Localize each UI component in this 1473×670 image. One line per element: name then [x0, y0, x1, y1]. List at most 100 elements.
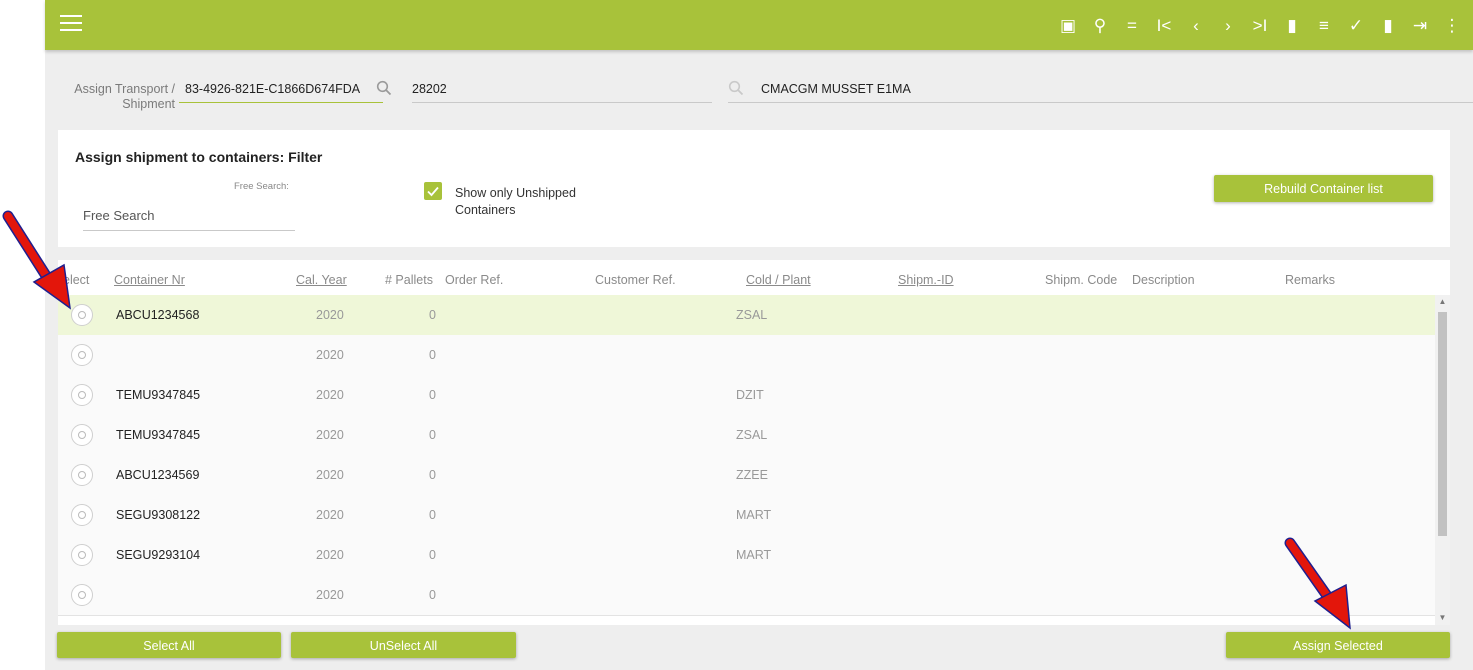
radio-dot-icon — [78, 591, 86, 599]
cell-pallets: 0 — [429, 348, 436, 362]
exit-icon[interactable]: ⇥ — [1405, 10, 1435, 40]
cell-cal-year: 2020 — [316, 548, 344, 562]
cell-cold-plant: MART — [736, 548, 772, 562]
cell-container-nr: ABCU1234569 — [116, 468, 200, 482]
show-unshipped-label: Show only Unshipped Containers — [455, 185, 595, 219]
header-cold-plant[interactable]: Cold / Plant — [746, 273, 811, 287]
transport-search-icon[interactable] — [376, 80, 392, 96]
header-cal-year[interactable]: Cal. Year — [296, 273, 347, 287]
table-row[interactable]: 2020 0 — [58, 575, 1435, 616]
hamburger-menu-icon[interactable] — [60, 15, 82, 33]
app-window: ▣ ⚲ = I< ‹ › >I ▮ ≡ ✓ ▮ ⇥ ⋮ Assign Transport / Shipm… — [45, 0, 1473, 670]
header-pallets: # Pallets — [385, 273, 433, 287]
cell-cal-year: 2020 — [316, 308, 344, 322]
cell-pallets: 0 — [429, 428, 436, 442]
document-icon[interactable]: ▮ — [1277, 10, 1307, 40]
row-select-radio[interactable] — [71, 424, 93, 446]
cell-container-nr: SEGU9308122 — [116, 508, 201, 522]
row-select-radio[interactable] — [71, 384, 93, 406]
last-record-icon[interactable]: >I — [1245, 10, 1275, 40]
vessel-name-value: CMACGM MUSSET E1MA — [761, 82, 911, 96]
table-row[interactable]: TEMU9347845 2020 0 ZSAL — [58, 415, 1435, 456]
equals-icon[interactable]: = — [1117, 10, 1147, 40]
header-shipm-code: Shipm. Code — [1045, 273, 1118, 287]
next-record-icon[interactable]: › — [1213, 10, 1243, 40]
top-toolbar: ▣ ⚲ = I< ‹ › >I ▮ ≡ ✓ ▮ ⇥ ⋮ — [45, 0, 1473, 50]
shipment-number-field[interactable]: 28202 — [412, 78, 712, 103]
grid-header: elect Container Nr Cal. Year # Pallets O… — [58, 260, 1450, 297]
row-select-radio[interactable] — [71, 464, 93, 486]
cell-cal-year: 2020 — [316, 428, 344, 442]
free-search-placeholder: Free Search — [83, 208, 155, 223]
assign-transport-label: Assign Transport / Shipment — [74, 82, 175, 111]
scrollbar-thumb[interactable] — [1438, 312, 1447, 536]
free-search-label: Free Search: — [234, 181, 289, 192]
calendar-icon[interactable]: ▣ — [1053, 10, 1083, 40]
unselect-all-button[interactable]: UnSelect All — [291, 632, 516, 658]
containers-grid: elect Container Nr Cal. Year # Pallets O… — [58, 260, 1450, 625]
more-vert-icon[interactable]: ⋮ — [1437, 10, 1467, 40]
rebuild-container-list-button[interactable]: Rebuild Container list — [1214, 175, 1433, 202]
radio-dot-icon — [78, 511, 86, 519]
cell-pallets: 0 — [429, 588, 436, 602]
cell-cold-plant: ZZEE — [736, 468, 768, 482]
free-search-input[interactable]: Free Search — [83, 206, 295, 231]
cell-pallets: 0 — [429, 508, 436, 522]
row-select-radio[interactable] — [71, 504, 93, 526]
radio-dot-icon — [78, 551, 86, 559]
header-customer-ref: Customer Ref. — [595, 273, 676, 287]
search-icon[interactable]: ⚲ — [1085, 10, 1115, 40]
cell-cold-plant: MART — [736, 508, 772, 522]
table-row[interactable]: ABCU1234568 2020 0 ZSAL — [58, 295, 1435, 336]
cell-pallets: 0 — [429, 308, 436, 322]
cell-cal-year: 2020 — [316, 388, 344, 402]
previous-record-icon[interactable]: ‹ — [1181, 10, 1211, 40]
cell-cold-plant: DZIT — [736, 388, 764, 402]
cell-pallets: 0 — [429, 548, 436, 562]
header-description: Description — [1132, 273, 1195, 287]
radio-dot-icon — [78, 351, 86, 359]
transport-id-field[interactable]: 83-4926-821E-C1866D674FDA — [179, 78, 383, 103]
cell-container-nr: ABCU1234568 — [116, 308, 200, 322]
radio-dot-icon — [78, 311, 86, 319]
cell-cal-year: 2020 — [316, 468, 344, 482]
table-row[interactable]: 2020 0 — [58, 335, 1435, 376]
table-row[interactable]: SEGU9293104 2020 0 MART — [58, 535, 1435, 576]
header-container-nr[interactable]: Container Nr — [114, 273, 185, 287]
transport-id-value: 83-4926-821E-C1866D674FDA — [185, 82, 361, 96]
table-row[interactable]: TEMU9347845 2020 0 DZIT — [58, 375, 1435, 416]
grid-scrollbar[interactable]: ▲ ▼ — [1435, 295, 1450, 625]
header-remarks: Remarks — [1285, 273, 1336, 287]
toolbar-actions: ▣ ⚲ = I< ‹ › >I ▮ ≡ ✓ ▮ ⇥ ⋮ — [1051, 0, 1467, 50]
trash-icon[interactable]: ▮ — [1373, 10, 1403, 40]
filter-title: Assign shipment to containers: Filter — [75, 149, 323, 165]
radio-dot-icon — [78, 391, 86, 399]
header-shipm-id[interactable]: Shipm.-ID — [898, 273, 954, 287]
checkmark-icon — [427, 186, 439, 197]
vessel-field[interactable]: CMACGM MUSSET E1MA — [728, 78, 1473, 103]
row-select-radio[interactable] — [71, 544, 93, 566]
table-row[interactable]: ABCU1234569 2020 0 ZZEE — [58, 455, 1435, 496]
grid-rows: ABCU1234568 2020 0 ZSAL 2020 0 TEMU9347845 2020… — [58, 295, 1435, 625]
header-select: elect — [63, 273, 90, 287]
radio-dot-icon — [78, 431, 86, 439]
select-all-button[interactable]: Select All — [57, 632, 281, 658]
row-select-radio[interactable] — [71, 584, 93, 606]
show-unshipped-text: Show only Unshipped Containers — [455, 186, 576, 217]
first-record-icon[interactable]: I< — [1149, 10, 1179, 40]
cell-container-nr: SEGU9293104 — [116, 548, 201, 562]
cell-cold-plant: ZSAL — [736, 428, 768, 442]
scroll-down-icon[interactable]: ▼ — [1435, 611, 1450, 625]
table-row[interactable]: SEGU9308122 2020 0 MART — [58, 495, 1435, 536]
scroll-up-icon[interactable]: ▲ — [1435, 295, 1450, 309]
row-select-radio[interactable] — [71, 304, 93, 326]
show-unshipped-checkbox[interactable] — [424, 182, 442, 200]
cell-pallets: 0 — [429, 388, 436, 402]
cell-cal-year: 2020 — [316, 588, 344, 602]
filter-panel: Assign shipment to containers: Filter Fr… — [58, 130, 1450, 247]
assign-selected-button[interactable]: Assign Selected — [1226, 632, 1450, 658]
row-select-radio[interactable] — [71, 344, 93, 366]
checkmark-icon[interactable]: ✓ — [1341, 10, 1371, 40]
cell-cold-plant: ZSAL — [736, 308, 768, 322]
list-icon[interactable]: ≡ — [1309, 10, 1339, 40]
